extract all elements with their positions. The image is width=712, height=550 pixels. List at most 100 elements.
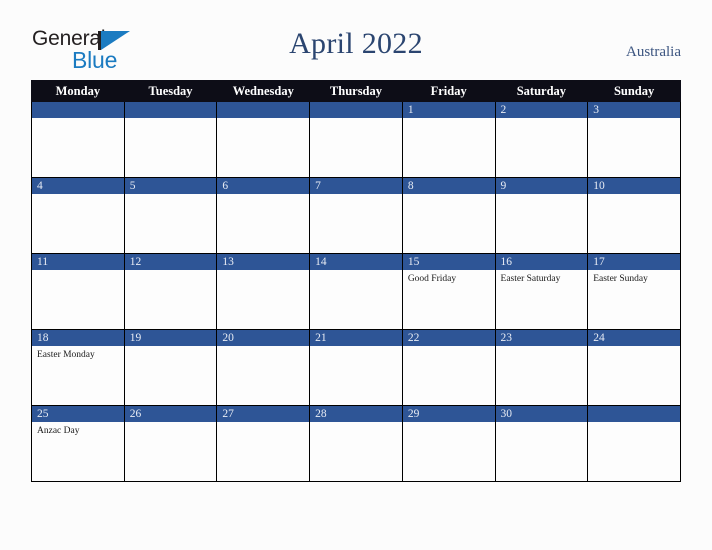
calendar-body: 1 2 3 4 5 6 7 8 9 10 11 12 13 14 15 Good Friday 16 Easter… xyxy=(31,101,681,482)
calendar-day-cell[interactable]: 3 xyxy=(587,101,681,178)
day-cell-inner xyxy=(588,406,680,481)
day-cell-inner: 25 Anzac Day xyxy=(32,406,124,481)
weekday-header-friday: Friday xyxy=(401,80,496,102)
calendar-day-cell[interactable]: 4 xyxy=(31,177,125,254)
calendar-day-cell[interactable]: 10 xyxy=(587,177,681,254)
calendar-day-cell[interactable]: 24 xyxy=(587,329,681,406)
day-number xyxy=(588,406,680,422)
day-number: 8 xyxy=(402,178,495,194)
day-cell-inner: 12 xyxy=(124,254,217,329)
calendar-day-cell[interactable]: 30 xyxy=(494,405,589,482)
day-cell-inner: 26 xyxy=(124,406,217,481)
day-number: 6 xyxy=(217,178,310,194)
day-number: 27 xyxy=(217,406,310,422)
calendar-day-cell[interactable]: 20 xyxy=(216,329,311,406)
weekday-header-monday: Monday xyxy=(31,80,125,102)
weekday-header-thursday: Thursday xyxy=(309,80,403,102)
calendar-day-cell[interactable]: 8 xyxy=(401,177,496,254)
day-cell-inner: 15 Good Friday xyxy=(402,254,495,329)
calendar-day-cell[interactable]: 14 xyxy=(309,253,403,330)
calendar-day-cell[interactable]: 16 Easter Saturday xyxy=(494,253,589,330)
calendar-day-cell[interactable] xyxy=(123,101,218,178)
calendar-day-cell[interactable]: 5 xyxy=(123,177,218,254)
calendar-day-cell[interactable]: 17 Easter Sunday xyxy=(587,253,681,330)
calendar-week-row: 25 Anzac Day 26 27 28 29 30 xyxy=(31,405,681,482)
day-cell-inner: 17 Easter Sunday xyxy=(588,254,680,329)
calendar-day-cell[interactable]: 7 xyxy=(309,177,403,254)
calendar-day-cell[interactable]: 21 xyxy=(309,329,403,406)
day-cell-inner: 7 xyxy=(310,178,402,253)
calendar-day-cell[interactable] xyxy=(31,101,125,178)
weekday-header-wednesday: Wednesday xyxy=(216,80,311,102)
calendar-day-cell[interactable]: 23 xyxy=(494,329,589,406)
calendar-day-cell[interactable]: 28 xyxy=(309,405,403,482)
holiday-label: Easter Sunday xyxy=(593,274,648,284)
calendar-day-cell[interactable]: 11 xyxy=(31,253,125,330)
weekday-header-tuesday: Tuesday xyxy=(123,80,218,102)
day-cell-inner: 28 xyxy=(310,406,402,481)
calendar-day-cell[interactable]: 6 xyxy=(216,177,311,254)
calendar-header-row-group: Monday Tuesday Wednesday Thursday Friday… xyxy=(31,80,681,102)
day-number: 11 xyxy=(32,254,124,270)
calendar-day-cell[interactable]: 15 Good Friday xyxy=(401,253,496,330)
day-cell-inner: 5 xyxy=(124,178,217,253)
day-number: 21 xyxy=(310,330,402,346)
day-cell-inner: 14 xyxy=(310,254,402,329)
day-number: 2 xyxy=(495,102,588,118)
calendar-week-row: 4 5 6 7 8 9 10 xyxy=(31,177,681,254)
day-number: 25 xyxy=(32,406,124,422)
day-cell-inner: 9 xyxy=(495,178,588,253)
day-number xyxy=(217,102,310,118)
day-number xyxy=(32,102,124,118)
day-cell-inner: 4 xyxy=(32,178,124,253)
day-number: 15 xyxy=(402,254,495,270)
calendar-day-cell[interactable]: 27 xyxy=(216,405,311,482)
holiday-label: Easter Monday xyxy=(37,350,95,360)
page-header: General Blue April 2022 Australia xyxy=(0,0,712,78)
day-number: 9 xyxy=(495,178,588,194)
day-number: 5 xyxy=(124,178,217,194)
day-number: 29 xyxy=(402,406,495,422)
calendar-grid: Monday Tuesday Wednesday Thursday Friday… xyxy=(31,80,681,482)
calendar-day-cell[interactable]: 19 xyxy=(123,329,218,406)
calendar-day-cell[interactable]: 2 xyxy=(494,101,589,178)
calendar-day-cell[interactable]: 22 xyxy=(401,329,496,406)
day-cell-inner: 29 xyxy=(402,406,495,481)
calendar-day-cell[interactable]: 26 xyxy=(123,405,218,482)
day-cell-inner: 21 xyxy=(310,330,402,405)
day-cell-inner: 13 xyxy=(217,254,310,329)
weekday-header-saturday: Saturday xyxy=(494,80,589,102)
calendar-day-cell[interactable] xyxy=(587,405,681,482)
day-cell-inner: 10 xyxy=(588,178,680,253)
calendar-day-cell[interactable]: 25 Anzac Day xyxy=(31,405,125,482)
calendar-day-cell[interactable]: 12 xyxy=(123,253,218,330)
day-cell-inner: 27 xyxy=(217,406,310,481)
day-cell-inner: 30 xyxy=(495,406,588,481)
day-cell-inner: 19 xyxy=(124,330,217,405)
day-cell-inner xyxy=(217,102,310,177)
day-number: 12 xyxy=(124,254,217,270)
day-cell-inner: 6 xyxy=(217,178,310,253)
calendar-week-row: 11 12 13 14 15 Good Friday 16 Easter Saturday 17… xyxy=(31,253,681,330)
weekday-header-row: Monday Tuesday Wednesday Thursday Friday… xyxy=(31,80,681,102)
day-cell-inner: 24 xyxy=(588,330,680,405)
day-number: 30 xyxy=(495,406,588,422)
calendar-week-row: 123 xyxy=(31,101,681,178)
day-number: 3 xyxy=(588,102,680,118)
day-number: 20 xyxy=(217,330,310,346)
day-number: 7 xyxy=(310,178,402,194)
day-cell-inner: 3 xyxy=(588,102,680,177)
day-number: 28 xyxy=(310,406,402,422)
day-cell-inner xyxy=(32,102,124,177)
calendar-day-cell[interactable] xyxy=(309,101,403,178)
holiday-label: Anzac Day xyxy=(37,426,80,436)
calendar-day-cell[interactable]: 13 xyxy=(216,253,311,330)
calendar-day-cell[interactable]: 9 xyxy=(494,177,589,254)
calendar-day-cell[interactable]: 1 xyxy=(401,101,496,178)
day-number: 1 xyxy=(402,102,495,118)
day-number: 10 xyxy=(588,178,680,194)
calendar-day-cell[interactable]: 29 xyxy=(401,405,496,482)
day-cell-inner: 18 Easter Monday xyxy=(32,330,124,405)
calendar-day-cell[interactable]: 18 Easter Monday xyxy=(31,329,125,406)
calendar-day-cell[interactable] xyxy=(216,101,311,178)
